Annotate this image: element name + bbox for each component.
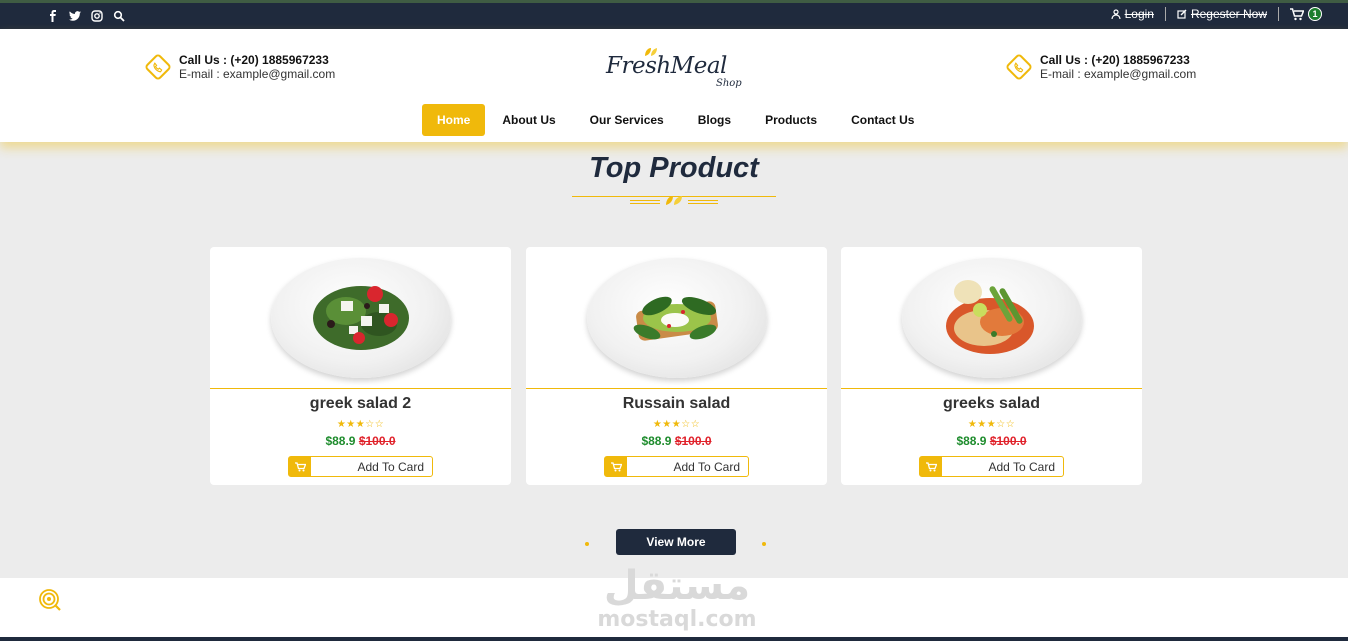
old-price: $100.0 bbox=[674, 434, 712, 448]
rating-stars: ★★★☆☆ bbox=[652, 419, 701, 430]
add-to-cart-button[interactable]: Add To Card bbox=[604, 456, 749, 477]
search-icon[interactable] bbox=[112, 9, 125, 22]
social-links bbox=[46, 9, 125, 22]
product-price: $88.9 $100.0 bbox=[210, 434, 511, 448]
user-icon bbox=[1110, 9, 1121, 19]
current-price: $88.9 bbox=[641, 434, 672, 448]
rating-stars: ★★★☆☆ bbox=[336, 419, 385, 430]
footer-bar bbox=[0, 637, 1348, 641]
decor-dot bbox=[762, 542, 766, 546]
call-us-text: Call Us : (+20) 1885967233 bbox=[1040, 53, 1190, 67]
product-image[interactable] bbox=[526, 247, 827, 389]
old-price: $100.0 bbox=[358, 434, 396, 448]
plate-image bbox=[270, 257, 451, 378]
nav-item-contact-us[interactable]: Contact Us bbox=[834, 104, 931, 136]
cart-icon bbox=[920, 457, 942, 476]
add-to-cart-button[interactable]: Add To Card bbox=[288, 456, 433, 477]
logo-subtitle: Shop bbox=[716, 78, 742, 89]
title-divider bbox=[572, 193, 776, 207]
product-image[interactable] bbox=[841, 247, 1142, 389]
main-nav: Home About Us Our Services Blogs Product… bbox=[422, 104, 931, 136]
fingerprint-icon bbox=[39, 589, 61, 611]
cart-icon bbox=[605, 457, 627, 476]
product-image[interactable] bbox=[210, 247, 511, 389]
product-card: greek salad 2 ★★★☆☆ $88.9 $100.0 Add To … bbox=[210, 247, 511, 485]
account-links: Login Regester Now 1 bbox=[1100, 7, 1322, 21]
top-bar: Login Regester Now 1 bbox=[0, 0, 1348, 29]
view-more-button[interactable]: View More bbox=[616, 529, 736, 555]
phone-icon bbox=[1004, 52, 1034, 82]
product-price: $88.9 $100.0 bbox=[526, 434, 827, 448]
old-price: $100.0 bbox=[989, 434, 1027, 448]
login-link[interactable]: Login bbox=[1100, 7, 1165, 21]
add-to-cart-label: Add To Card bbox=[673, 459, 741, 474]
product-name[interactable]: greek salad 2 bbox=[210, 395, 511, 413]
twitter-icon[interactable] bbox=[68, 9, 81, 22]
product-card: Russain salad ★★★☆☆ $88.9 $100.0 Add To … bbox=[526, 247, 827, 485]
phone-icon bbox=[143, 52, 173, 82]
watermark-arabic: مستقل bbox=[603, 563, 751, 609]
cart-icon bbox=[289, 457, 311, 476]
nav-item-products[interactable]: Products bbox=[748, 104, 834, 136]
register-label: Regester Now bbox=[1190, 7, 1267, 21]
site-header: Call Us : (+20) 1885967233 E-mail : exam… bbox=[0, 29, 1348, 142]
plate-image bbox=[901, 257, 1082, 378]
product-card: greeks salad ★★★☆☆ $88.9 $100.0 Add To C… bbox=[841, 247, 1142, 485]
add-to-cart-label: Add To Card bbox=[988, 459, 1056, 474]
email-text: E-mail : example@gmail.com bbox=[179, 67, 336, 81]
cart-count-badge: 1 bbox=[1308, 7, 1322, 21]
instagram-icon[interactable] bbox=[90, 9, 103, 22]
cart-button[interactable]: 1 bbox=[1279, 7, 1322, 21]
product-name[interactable]: greeks salad bbox=[841, 395, 1142, 413]
login-label: Login bbox=[1124, 7, 1154, 21]
email-text: E-mail : example@gmail.com bbox=[1040, 67, 1197, 81]
rating-stars: ★★★☆☆ bbox=[967, 419, 1016, 430]
watermark: مستقل mostaql.com bbox=[592, 564, 762, 632]
nav-item-home[interactable]: Home bbox=[422, 104, 486, 136]
contact-info-right: Call Us : (+20) 1885967233 E-mail : exam… bbox=[1004, 52, 1197, 82]
current-price: $88.9 bbox=[956, 434, 987, 448]
nav-item-about-us[interactable]: About Us bbox=[485, 104, 572, 136]
add-to-cart-button[interactable]: Add To Card bbox=[919, 456, 1064, 477]
leaf-icon bbox=[666, 196, 682, 205]
plate-image bbox=[586, 257, 767, 378]
decor-dot bbox=[585, 542, 589, 546]
logo-brand: FreshMeal bbox=[606, 53, 727, 79]
current-price: $88.9 bbox=[325, 434, 356, 448]
call-us-text: Call Us : (+20) 1885967233 bbox=[179, 53, 329, 67]
site-logo[interactable]: FreshMeal Shop bbox=[604, 45, 754, 93]
product-price: $88.9 $100.0 bbox=[841, 434, 1142, 448]
register-link[interactable]: Regester Now bbox=[1166, 7, 1278, 21]
facebook-icon[interactable] bbox=[46, 9, 59, 22]
contact-info-left: Call Us : (+20) 1885967233 E-mail : exam… bbox=[143, 52, 336, 82]
footer-strip: مستقل mostaql.com bbox=[0, 564, 1348, 641]
nav-item-blogs[interactable]: Blogs bbox=[681, 104, 748, 136]
cart-icon bbox=[1290, 7, 1304, 20]
section-title: Top Product bbox=[589, 152, 759, 184]
product-name[interactable]: Russain salad bbox=[526, 395, 827, 413]
edit-icon bbox=[1177, 9, 1187, 19]
watermark-latin: mostaql.com bbox=[597, 607, 757, 632]
nav-item-our-services[interactable]: Our Services bbox=[573, 104, 681, 136]
add-to-cart-label: Add To Card bbox=[357, 459, 425, 474]
